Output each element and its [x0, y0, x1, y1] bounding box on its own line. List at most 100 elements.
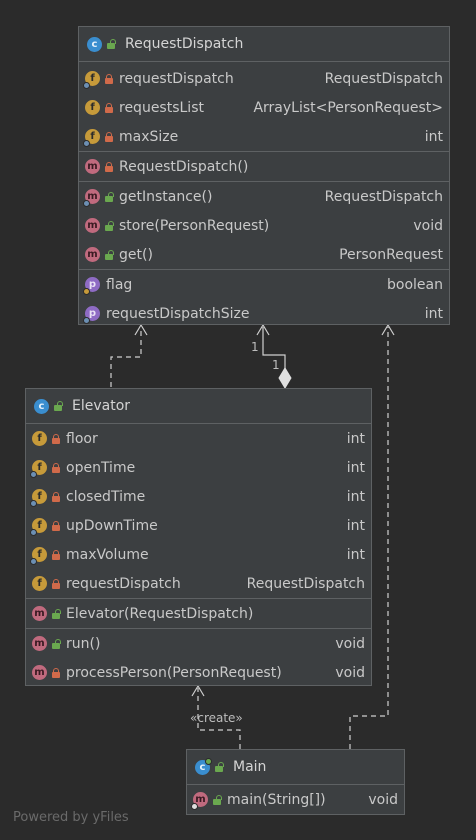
field-name: floor — [66, 430, 98, 447]
method-type: void — [413, 217, 443, 234]
method-name: run() — [66, 635, 101, 652]
property-row[interactable]: p requestDispatchSize int — [79, 299, 449, 328]
field-icon: f — [30, 489, 47, 507]
class-main[interactable]: c Main m main(String[]) void — [186, 749, 405, 815]
property-icon: p — [83, 306, 100, 324]
create-stereotype-label: «create» — [190, 711, 243, 725]
constructor-row[interactable]: m RequestDispatch() — [79, 152, 449, 181]
method-type: void — [368, 791, 398, 808]
constructors-section: m Elevator(RequestDispatch) — [26, 599, 371, 629]
public-lock-icon — [54, 401, 63, 411]
field-icon: f — [30, 547, 47, 565]
composition-diamond — [278, 367, 292, 389]
class-header: c Elevator — [26, 389, 371, 424]
field-type: int — [346, 430, 365, 447]
private-lock-icon — [52, 549, 60, 560]
method-name: store(PersonRequest) — [119, 217, 270, 234]
public-lock-icon — [213, 794, 222, 805]
field-row[interactable]: f floor int — [26, 424, 371, 453]
method-row[interactable]: m get() PersonRequest — [79, 240, 449, 269]
private-lock-icon — [52, 433, 60, 444]
field-name: maxVolume — [66, 546, 149, 563]
field-type: RequestDispatch — [324, 70, 443, 87]
method-row[interactable]: m run() void — [26, 629, 371, 658]
constructors-section: m RequestDispatch() — [79, 152, 449, 182]
class-elevator[interactable]: c Elevator f floor int f openTime int f … — [25, 388, 372, 686]
field-name: upDownTime — [66, 517, 158, 534]
private-lock-icon — [52, 462, 60, 473]
method-type: void — [335, 635, 365, 652]
class-name: Elevator — [72, 398, 131, 414]
method-row[interactable]: m processPerson(PersonRequest) void — [26, 658, 371, 687]
public-lock-icon — [105, 249, 114, 260]
field-name: requestsList — [119, 99, 204, 116]
field-icon: f — [85, 100, 100, 115]
method-type: void — [335, 664, 365, 681]
field-type: int — [346, 546, 365, 563]
field-row[interactable]: f upDownTime int — [26, 511, 371, 540]
fields-section: f requestDispatch RequestDispatch f requ… — [79, 62, 449, 152]
class-name: RequestDispatch — [125, 36, 244, 52]
public-lock-icon — [107, 39, 116, 49]
public-lock-icon — [105, 191, 114, 202]
class-icon: c — [87, 36, 102, 52]
method-icon: m — [191, 792, 208, 810]
field-row[interactable]: f requestsList ArrayList<PersonRequest> — [79, 93, 449, 122]
field-row[interactable]: f maxVolume int — [26, 540, 371, 569]
property-type: boolean — [387, 276, 443, 293]
method-icon: m — [85, 159, 100, 174]
method-icon: m — [85, 218, 100, 233]
field-row[interactable]: f requestDispatch RequestDispatch — [79, 64, 449, 93]
field-row[interactable]: f requestDispatch RequestDispatch — [26, 569, 371, 598]
field-icon: f — [30, 518, 47, 536]
elevator-to-dispatch-dashed-edge — [110, 327, 142, 387]
field-name: maxSize — [119, 128, 179, 145]
field-name: closedTime — [66, 488, 146, 505]
method-name: getInstance() — [119, 188, 213, 205]
methods-section: m main(String[]) void — [187, 785, 404, 814]
field-icon: f — [32, 576, 47, 591]
class-header: c RequestDispatch — [79, 27, 449, 62]
private-lock-icon — [105, 102, 113, 113]
multiplicity-source-label: 1 — [251, 340, 259, 354]
property-name: requestDispatchSize — [106, 305, 250, 322]
public-lock-icon — [52, 608, 61, 619]
public-lock-icon — [215, 762, 224, 772]
field-type: ArrayList<PersonRequest> — [253, 99, 443, 116]
field-row[interactable]: f openTime int — [26, 453, 371, 482]
method-icon: m — [85, 247, 100, 262]
method-row[interactable]: m main(String[]) void — [187, 785, 404, 814]
method-row[interactable]: m getInstance() RequestDispatch — [79, 182, 449, 211]
private-lock-icon — [52, 520, 60, 531]
multiplicity-target-label: 1 — [272, 358, 280, 372]
field-name: openTime — [66, 459, 136, 476]
private-lock-icon — [52, 491, 60, 502]
field-name: requestDispatch — [119, 70, 234, 87]
method-type: RequestDispatch — [324, 188, 443, 205]
class-name: Main — [233, 759, 267, 775]
private-lock-icon — [105, 131, 113, 142]
field-icon: f — [30, 460, 47, 478]
field-type: RequestDispatch — [246, 575, 365, 592]
private-lock-icon — [52, 578, 60, 589]
field-row[interactable]: f closedTime int — [26, 482, 371, 511]
method-name: processPerson(PersonRequest) — [66, 664, 282, 681]
private-lock-icon — [105, 161, 113, 172]
property-row[interactable]: p flag boolean — [79, 270, 449, 299]
private-lock-icon — [52, 667, 60, 678]
method-name: main(String[]) — [227, 791, 326, 808]
field-row[interactable]: f maxSize int — [79, 122, 449, 151]
field-icon: f — [83, 129, 100, 147]
method-type: PersonRequest — [339, 246, 443, 263]
field-icon: f — [32, 431, 47, 446]
methods-section: m run() void m processPerson(PersonReque… — [26, 629, 371, 687]
method-row[interactable]: m store(PersonRequest) void — [79, 211, 449, 240]
methods-section: m getInstance() RequestDispatch m store(… — [79, 182, 449, 270]
private-lock-icon — [105, 73, 113, 84]
constructor-name: Elevator(RequestDispatch) — [66, 605, 254, 622]
constructor-row[interactable]: m Elevator(RequestDispatch) — [26, 599, 371, 628]
fields-section: f floor int f openTime int f closedTime … — [26, 424, 371, 599]
properties-section: p flag boolean p requestDispatchSize int — [79, 270, 449, 328]
class-request-dispatch[interactable]: c RequestDispatch f requestDispatch Requ… — [78, 26, 450, 325]
property-name: flag — [106, 276, 133, 293]
